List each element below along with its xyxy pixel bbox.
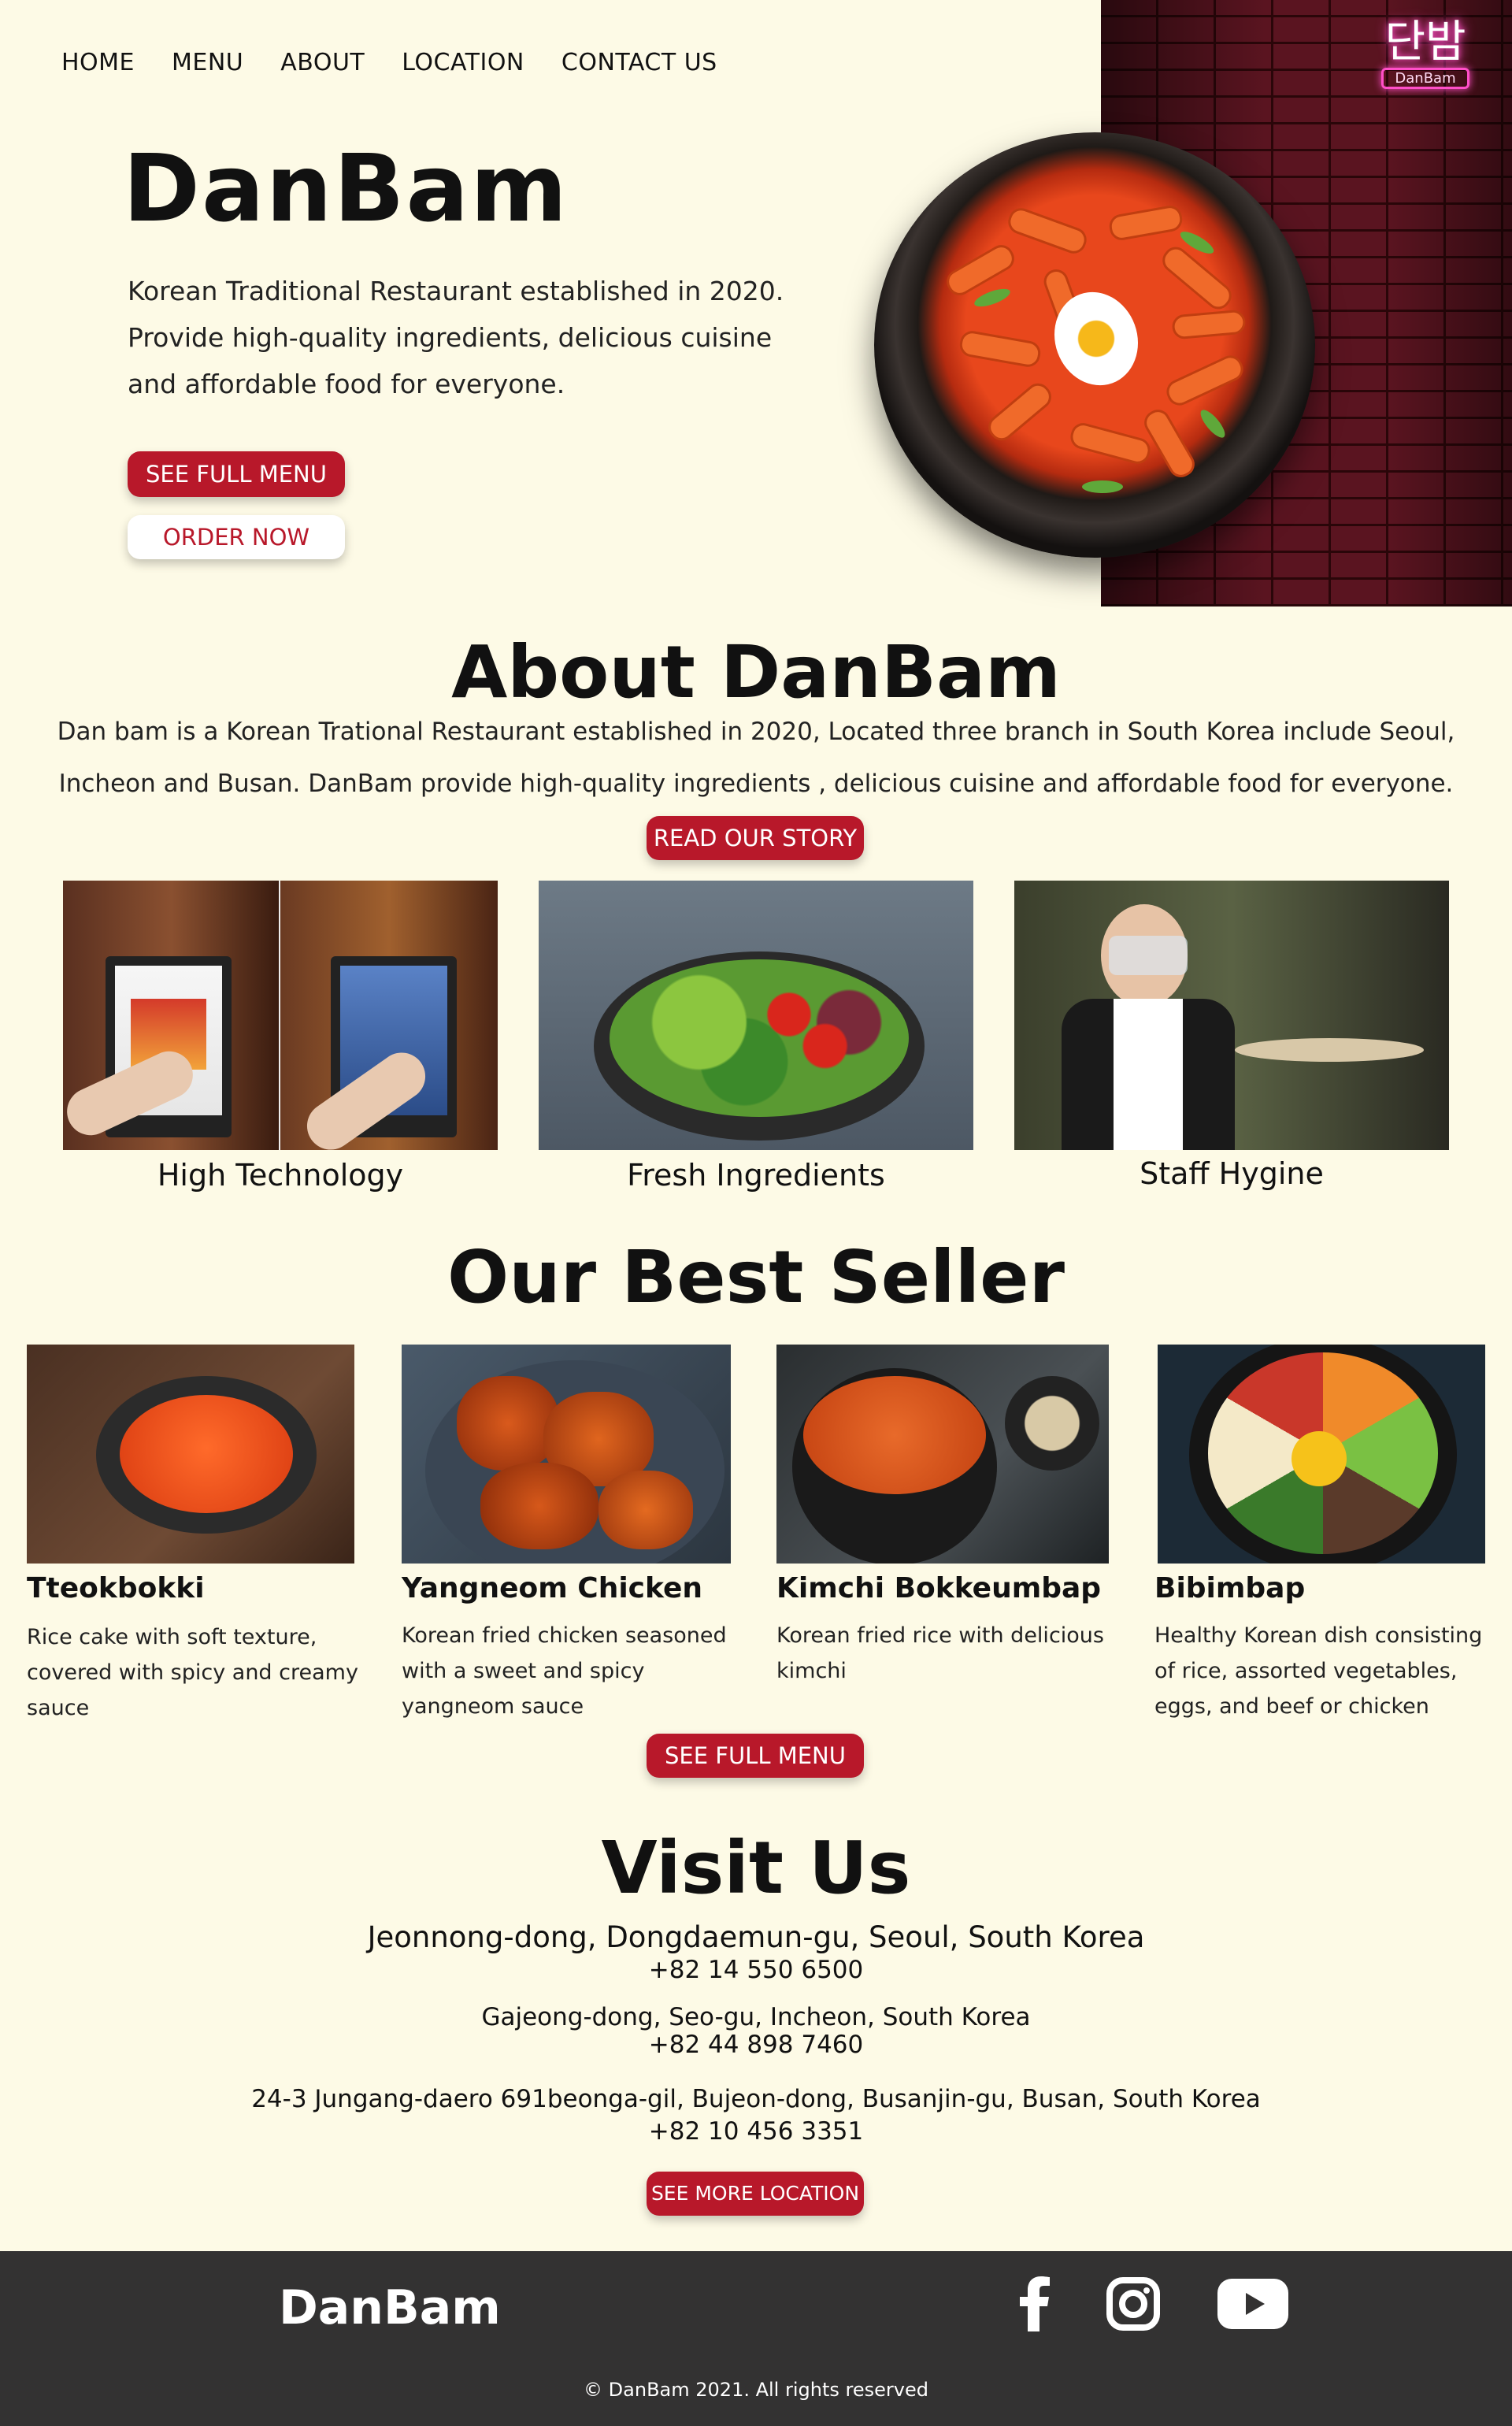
staff-hygiene-photo [1014, 881, 1449, 1150]
location-phone-busan: +82 10 456 3351 [648, 2117, 864, 2146]
about-title: About DanBam [451, 630, 1061, 714]
kimchi-bokkeumbap-photo [776, 1345, 1109, 1564]
item-desc-kimchi-bokkeumbap: Korean fried rice with delicious kimchi [776, 1623, 1104, 1683]
tteokbokki-photo [27, 1345, 354, 1564]
hero-line-1: Korean Traditional Restaurant establishe… [128, 276, 784, 306]
location-address-seoul: Jeonnong-dong, Dongdaemun-gu, Seoul, Sou… [367, 1920, 1145, 1954]
best-seller-title: Our Best Seller [447, 1235, 1065, 1319]
yangneom-chicken-photo [402, 1345, 731, 1564]
neon-logo: 단밤 DanBam [1370, 19, 1480, 98]
location-address-busan: 24-3 Jungang-daero 691beonga-gil, Bujeon… [251, 2085, 1261, 2113]
read-our-story-button[interactable]: READ OUR STORY [647, 816, 864, 860]
about-text: Dan bam is a Korean Trational Restaurant… [0, 706, 1512, 810]
hero-description: Korean Traditional Restaurant establishe… [128, 268, 805, 407]
location-address-incheon: Gajeong-dong, Seo-gu, Incheon, South Kor… [481, 2003, 1031, 2031]
feature-caption-technology: High Technology [157, 1158, 404, 1193]
bibimbap-photo [1158, 1345, 1485, 1564]
visit-us-title: Visit Us [601, 1826, 911, 1910]
logo-korean: 단밤 [1384, 17, 1466, 68]
feature-caption-ingredients: Fresh Ingredients [627, 1158, 885, 1193]
footer-brand: DanBam [279, 2280, 501, 2335]
main-nav: HOME MENU ABOUT LOCATION CONTACT US [61, 49, 754, 76]
copyright-text: © DanBam 2021. All rights reserved [584, 2379, 928, 2401]
item-name-yangneom-chicken: Yangneom Chicken [402, 1572, 703, 1604]
see-full-menu-button[interactable]: SEE FULL MENU [128, 451, 345, 497]
location-phone-seoul: +82 14 550 6500 [648, 1956, 864, 1984]
high-technology-photo [63, 881, 498, 1150]
about-line-2: Incheon and Busan. DanBam provide high-q… [58, 770, 1454, 798]
youtube-icon[interactable] [1217, 2279, 1288, 2329]
item-desc-yangneom-chicken: Korean fried chicken seasoned with a swe… [402, 1623, 727, 1719]
nav-about[interactable]: ABOUT [280, 49, 365, 76]
instagram-icon[interactable] [1106, 2276, 1161, 2331]
fresh-ingredients-photo [539, 881, 973, 1150]
nav-home[interactable]: HOME [61, 49, 135, 76]
hero-brand-title: DanBam [123, 134, 569, 243]
feature-caption-hygiene: Staff Hygine [1140, 1156, 1324, 1191]
item-name-tteokbokki: Tteokbokki [27, 1572, 205, 1604]
about-line-1: Dan bam is a Korean Trational Restaurant… [57, 718, 1455, 746]
see-full-menu-button-2[interactable]: SEE FULL MENU [647, 1734, 864, 1778]
item-name-kimchi-bokkeumbap: Kimchi Bokkeumbap [776, 1572, 1102, 1604]
logo-tag: DanBam [1381, 68, 1469, 89]
item-name-bibimbap: Bibimbap [1154, 1572, 1306, 1604]
item-desc-bibimbap: Healthy Korean dish consisting of rice, … [1154, 1623, 1483, 1719]
hero-line-3: and affordable food for everyone. [128, 369, 565, 399]
hero-line-2: Provide high-quality ingredients, delici… [128, 322, 773, 353]
location-phone-incheon: +82 44 898 7460 [648, 2031, 864, 2059]
item-desc-tteokbokki: Rice cake with soft texture, covered wit… [27, 1625, 358, 1720]
order-now-button[interactable]: ORDER NOW [128, 515, 345, 559]
nav-menu[interactable]: MENU [172, 49, 243, 76]
nav-contact[interactable]: CONTACT US [561, 49, 717, 76]
facebook-icon[interactable] [1016, 2276, 1052, 2331]
nav-location[interactable]: LOCATION [402, 49, 524, 76]
see-more-location-button[interactable]: SEE MORE LOCATION [647, 2172, 864, 2216]
